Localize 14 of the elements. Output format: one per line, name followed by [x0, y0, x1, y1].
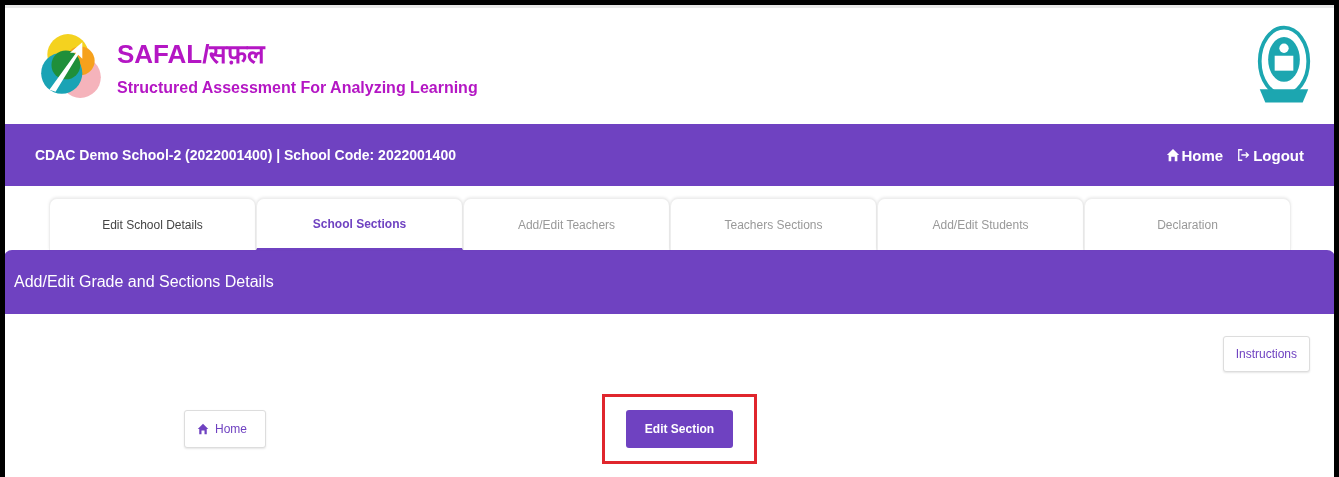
- home-icon: [1165, 148, 1180, 162]
- home-icon: [197, 423, 209, 435]
- app-title: SAFAL/सफ़ल: [117, 38, 267, 71]
- nav-link[interactable]: Home: [1165, 146, 1224, 164]
- tab[interactable]: School Sections: [256, 198, 463, 250]
- instructions-button[interactable]: Instructions: [1222, 336, 1310, 372]
- edit-section-button[interactable]: Edit Section: [626, 410, 733, 448]
- tab[interactable]: Edit School Details: [49, 198, 256, 250]
- school-info: CDAC Demo School-2 (2022001400) | School Code: 2022001400: [35, 147, 456, 163]
- nav-link[interactable]: Logout: [1237, 146, 1304, 164]
- logout-icon: [1237, 148, 1252, 162]
- panel-title: Add/Edit Grade and Sections Details: [14, 273, 274, 291]
- app-subtitle: Structured Assessment For Analyzing Learning: [117, 79, 478, 97]
- home-button[interactable]: Home: [184, 410, 266, 448]
